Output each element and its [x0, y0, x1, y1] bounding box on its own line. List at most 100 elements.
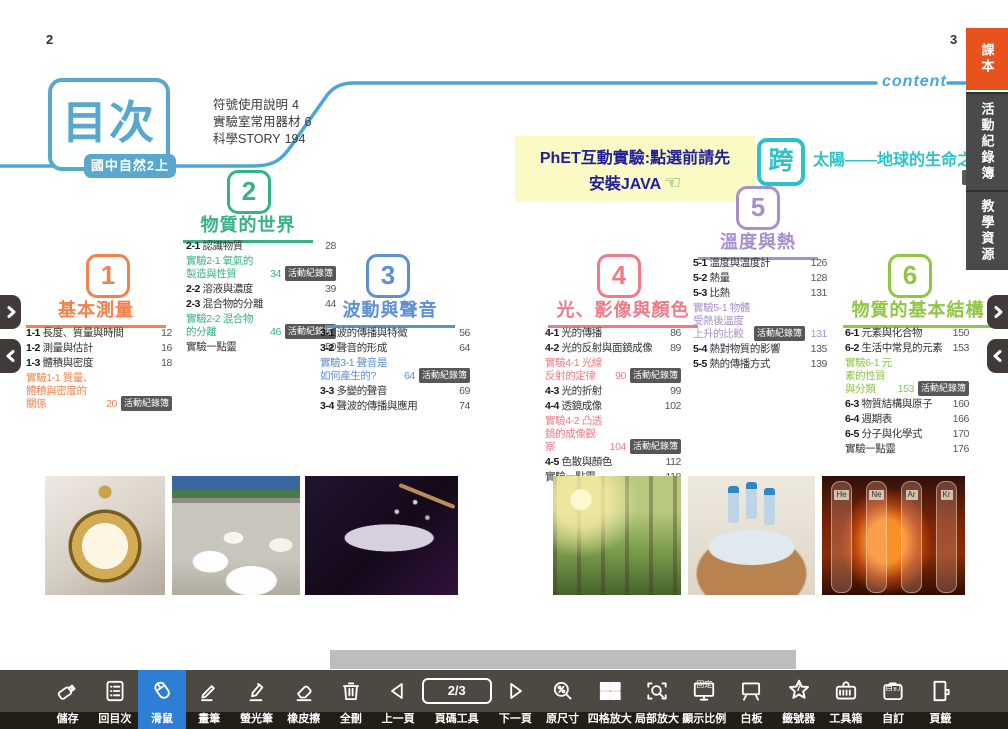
- toc-entry[interactable]: 實驗一點靈50: [186, 341, 336, 354]
- eraser-tool-button[interactable]: 橡皮擦: [280, 670, 327, 729]
- toc-entry[interactable]: 2-1 認識物質28: [186, 240, 336, 253]
- gas-tube: He: [831, 481, 852, 593]
- toc-entry[interactable]: 2-3 混合物的分離44: [186, 298, 336, 311]
- page-indicator[interactable]: 2/3: [422, 678, 492, 704]
- toc-entry-page: 166: [951, 413, 969, 426]
- toc-entry[interactable]: 3-4 聲波的傳播與應用 74: [320, 400, 470, 413]
- whiteboard-button[interactable]: 白板: [728, 670, 775, 729]
- display-ratio-button[interactable]: 固定 顯示比例: [681, 670, 728, 729]
- toc-entry[interactable]: 6-4 週期表166: [845, 413, 969, 426]
- toc-entry[interactable]: 實驗1-1 質量、體積與密度的關係20活動紀錄簿: [26, 372, 172, 411]
- save-button[interactable]: 儲存: [44, 670, 91, 729]
- toc-entry[interactable]: 6-1 元素與化合物150: [845, 327, 969, 340]
- prev-triangle-icon: [375, 670, 422, 712]
- front-matter-entry[interactable]: 實驗室常用器材6: [213, 114, 315, 131]
- toolbar-drag-bar[interactable]: [330, 650, 796, 669]
- right-edge-back-button[interactable]: [987, 339, 1008, 373]
- four-grid-zoom-button[interactable]: 四格放大: [586, 670, 633, 729]
- custom-button[interactable]: 自訂 自訂: [870, 670, 917, 729]
- page-tabs-button[interactable]: 頁籤: [917, 670, 964, 729]
- left-edge-forward-button[interactable]: [0, 295, 21, 329]
- toc-entry[interactable]: 5-4 熱對物質的影響135: [693, 343, 827, 356]
- chevron-left-icon: [4, 349, 18, 363]
- toc-entry[interactable]: 實驗2-1 氧氣的製造與性質34活動紀錄簿: [186, 255, 336, 281]
- front-matter-entry[interactable]: 符號使用說明4: [213, 97, 315, 114]
- toc-entry[interactable]: 5-3 比熱131: [693, 287, 827, 300]
- toc-entry-page: 104: [608, 441, 626, 454]
- number-picker-button[interactable]: 7 籤號器: [775, 670, 822, 729]
- chapter-title: 光、影像與顏色: [548, 296, 698, 328]
- phet-java-banner[interactable]: PhET互動實驗:點選前請先 安裝JAVA☜: [515, 136, 755, 202]
- toc-entry[interactable]: 6-3 物質結構與原子 160: [845, 398, 969, 411]
- toc-entry[interactable]: 實驗3-1 聲音是如何產生的?64活動紀錄簿: [320, 357, 470, 383]
- tab-activity-workbook[interactable]: 活動紀錄簿: [966, 92, 1008, 190]
- pen-tool-button[interactable]: 畫筆: [186, 670, 233, 729]
- toc-entry-label: 4-5 色散與顏色: [545, 456, 659, 469]
- toc-entry[interactable]: 4-5 色散與顏色112: [545, 456, 681, 469]
- toc-entry[interactable]: 2-2 溶液與濃度39: [186, 283, 336, 296]
- toc-entry[interactable]: 6-5 分子與化學式 170: [845, 428, 969, 441]
- right-edge-forward-button[interactable]: [987, 295, 1008, 329]
- toc-entry[interactable]: 實驗6-1 元素的性質與分類153活動紀錄簿: [845, 357, 969, 396]
- toc-entry[interactable]: 5-1 溫度與溫度計126: [693, 257, 827, 270]
- toc-entry[interactable]: 1-3 體積與密度18: [26, 357, 172, 370]
- previous-page-button[interactable]: 上一頁: [375, 670, 422, 729]
- toc-entry[interactable]: 4-3 光的折射99: [545, 385, 681, 398]
- front-matter-entry[interactable]: 科學STORY194: [213, 131, 315, 148]
- toc-entry[interactable]: 實驗4-1 光線反射的定律90活動紀錄簿: [545, 357, 681, 383]
- toc-entry-label: 實驗2-2 混合物的分離: [186, 313, 259, 339]
- mouse-tool-button[interactable]: 滑鼠: [138, 670, 185, 729]
- toc-entry[interactable]: 6-2 生活中常見的元素153: [845, 342, 969, 355]
- custom-case-icon: 自訂: [870, 670, 917, 712]
- left-edge-back-button[interactable]: [0, 339, 21, 373]
- tab-teaching-resources[interactable]: 教學資源: [966, 190, 1008, 270]
- toc-entry[interactable]: 3-2 聲音的形成64: [320, 342, 470, 355]
- next-page-button[interactable]: 下一頁: [492, 670, 539, 729]
- toc-entry-page: 12: [154, 327, 172, 340]
- toc-entry-page: 170: [951, 428, 969, 441]
- toc-entry-label: 3-1 波的傳播與特徵: [320, 327, 448, 340]
- toc-entry-page: 160: [951, 398, 969, 411]
- toc-entry-page: 28: [318, 240, 336, 253]
- whiteboard-icon: [728, 670, 775, 712]
- toc-entry-page: 20: [99, 398, 117, 411]
- toc-entry-label: 1-2 測量與估計: [26, 342, 150, 355]
- toc-entry-page: 176: [951, 443, 969, 456]
- chapter-title: 溫度與熱: [698, 228, 818, 260]
- original-size-button[interactable]: 原尺寸: [539, 670, 586, 729]
- toc-entry[interactable]: 實驗一點靈 176: [845, 443, 969, 456]
- toc-entry[interactable]: 實驗4-2 凸透鏡的成像觀察104活動紀錄簿: [545, 415, 681, 454]
- toc-entry-page: 56: [452, 327, 470, 340]
- toc-entry[interactable]: 4-4 透鏡成像102: [545, 400, 681, 413]
- toc-entry[interactable]: 4-2 光的反射與面鏡成像89: [545, 342, 681, 355]
- page-tab-icon: [917, 670, 964, 712]
- toc-entry-page: 34: [263, 268, 281, 281]
- toc-entry-label: 4-2 光的反射與面鏡成像: [545, 342, 659, 355]
- chapter-toc-list: 1-1 長度、質量與時間12 1-2 測量與估計16 1-3 體積與密度18 實驗1-…: [26, 327, 172, 413]
- trash-icon: [327, 670, 374, 712]
- toc-entry-label: 6-5 分子與化學式: [845, 428, 947, 441]
- toc-entry[interactable]: 5-2 熱量128: [693, 272, 827, 285]
- toc-entry[interactable]: 3-1 波的傳播與特徵 56: [320, 327, 470, 340]
- toolbox-button[interactable]: 工具箱: [822, 670, 869, 729]
- tab-textbook[interactable]: 課本: [966, 28, 1008, 90]
- back-to-toc-button[interactable]: 回目次: [91, 670, 138, 729]
- toc-entry-label: 6-3 物質結構與原子: [845, 398, 947, 411]
- toc-entry[interactable]: 實驗2-2 混合物的分離46活動紀錄簿: [186, 313, 336, 339]
- toc-entry-label: 6-1 元素與化合物: [845, 327, 947, 340]
- toc-entry-label: 3-4 聲波的傳播與應用: [320, 400, 448, 413]
- toc-entry[interactable]: 5-5 熱的傳播方式139: [693, 358, 827, 371]
- page-number-tool[interactable]: 2/3 頁碼工具: [422, 670, 492, 729]
- region-zoom-button[interactable]: 局部放大: [633, 670, 680, 729]
- toc-entry-page: 74: [452, 400, 470, 413]
- toc-entry[interactable]: 4-1 光的傳播86: [545, 327, 681, 340]
- photo-pocket-watch: [45, 476, 165, 595]
- highlighter-tool-button[interactable]: 螢光筆: [233, 670, 280, 729]
- toc-entry[interactable]: 實驗5-1 物體受熱後溫度上升的比較活動紀錄簿131: [693, 302, 827, 341]
- toc-entry[interactable]: 3-3 多變的聲音69: [320, 385, 470, 398]
- toc-entry-label: 實驗一點靈: [845, 443, 947, 456]
- toc-entry[interactable]: 1-1 長度、質量與時間12: [26, 327, 172, 340]
- delete-all-button[interactable]: 全刪: [327, 670, 374, 729]
- left-page-number: 2: [46, 32, 53, 47]
- toc-entry[interactable]: 1-2 測量與估計16: [26, 342, 172, 355]
